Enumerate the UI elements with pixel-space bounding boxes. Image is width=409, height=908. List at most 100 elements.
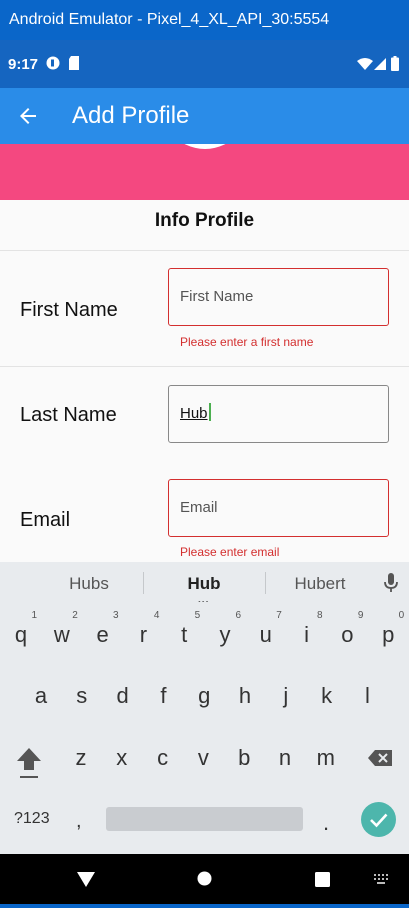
key-letter: o xyxy=(341,622,354,647)
key-letter: d xyxy=(116,683,129,708)
avatar[interactable] xyxy=(155,144,255,149)
keyboard-key[interactable]: k xyxy=(308,665,346,715)
key-letter: f xyxy=(160,683,167,708)
key-letter: a xyxy=(34,683,48,708)
key-number-hint: 1 xyxy=(31,610,37,621)
key-letter: r xyxy=(139,622,148,647)
keyboard-key[interactable]: g xyxy=(185,665,223,715)
key-letter: t xyxy=(181,622,188,647)
last-name-field[interactable]: Hub xyxy=(168,385,389,443)
email-field[interactable]: Email xyxy=(168,479,389,537)
first-name-placeholder: First Name xyxy=(180,288,254,305)
nav-home-icon[interactable] xyxy=(197,871,212,886)
key-letter: v xyxy=(197,745,209,770)
keyboard-key[interactable]: b xyxy=(225,727,263,777)
key-number-hint: 3 xyxy=(113,610,119,621)
page-title: Add Profile xyxy=(72,102,190,129)
key-letter: l xyxy=(364,683,370,708)
key-number-hint: 0 xyxy=(398,610,405,621)
keyboard-key[interactable]: c xyxy=(144,727,182,777)
key-letter: g xyxy=(198,683,211,708)
backspace-icon[interactable] xyxy=(368,750,392,766)
keyboard-key[interactable]: j xyxy=(267,665,305,715)
android-nav-bar xyxy=(0,854,409,908)
keyboard-key[interactable]: r4 xyxy=(124,604,162,654)
key-letter: n xyxy=(278,745,292,770)
keyboard-switch-icon[interactable] xyxy=(374,874,388,884)
status-bar: 9:17 xyxy=(0,40,409,88)
sd-card-icon xyxy=(69,56,79,70)
key-number-hint: 6 xyxy=(235,610,241,621)
key-letter: y xyxy=(219,622,231,647)
enter-key[interactable] xyxy=(361,802,396,837)
key-letter: j xyxy=(283,683,289,708)
key-letter: z xyxy=(75,745,87,770)
divider xyxy=(0,250,409,251)
symbols-key[interactable]: ?123 xyxy=(14,810,50,828)
key-number-hint: 8 xyxy=(317,610,323,621)
divider xyxy=(0,366,409,367)
keyboard-key[interactable]: n xyxy=(266,727,304,777)
keyboard-suggestion-bar: Hubs Hub ••• Hubert xyxy=(0,562,409,607)
wifi-icon xyxy=(357,58,373,70)
nav-recents-icon[interactable] xyxy=(315,872,330,887)
email-label: Email xyxy=(20,509,71,531)
keyboard-key[interactable]: m xyxy=(307,727,345,777)
space-key[interactable] xyxy=(106,807,303,831)
key-letter: h xyxy=(238,683,252,708)
shift-icon[interactable] xyxy=(16,746,42,780)
last-name-label: Last Name xyxy=(20,404,117,426)
keyboard-key[interactable]: x xyxy=(103,727,141,777)
notification-icon xyxy=(46,56,60,70)
comma-key[interactable]: , xyxy=(76,810,82,833)
keyboard-key[interactable]: f xyxy=(144,665,182,715)
section-title: Info Profile xyxy=(154,210,255,231)
suggestion-item[interactable]: Hub xyxy=(144,574,264,594)
text-cursor xyxy=(208,403,211,421)
key-letter: p xyxy=(382,622,395,647)
nav-back-icon[interactable] xyxy=(77,872,95,888)
keyboard-key[interactable]: z xyxy=(62,727,100,777)
key-letter: x xyxy=(116,745,128,770)
keyboard-key[interactable]: h xyxy=(226,665,264,715)
key-letter: s xyxy=(76,683,88,708)
key-number-hint: 4 xyxy=(153,610,160,621)
keyboard-key[interactable]: d xyxy=(104,665,142,715)
keyboard-key[interactable]: v xyxy=(184,727,222,777)
keyboard-key[interactable]: a xyxy=(22,665,60,715)
keyboard-key[interactable]: u7 xyxy=(247,604,285,654)
suggestion-item[interactable]: Hubert xyxy=(260,574,380,594)
keyboard-key[interactable]: i8 xyxy=(288,604,326,654)
keyboard-key[interactable]: y6 xyxy=(206,604,244,654)
first-name-error: Please enter a first name xyxy=(180,335,314,349)
keyboard-key[interactable]: e3 xyxy=(84,604,122,654)
key-letter: k xyxy=(321,683,333,708)
suggestion-item[interactable]: Hubs xyxy=(29,574,149,594)
signal-icon xyxy=(374,58,386,70)
email-error: Please enter email xyxy=(180,545,280,559)
first-name-label: First Name xyxy=(20,299,118,321)
key-letter: b xyxy=(238,745,251,770)
microphone-icon[interactable] xyxy=(384,573,398,593)
status-time: 9:17 xyxy=(8,56,39,73)
keyboard-key[interactable]: s xyxy=(63,665,101,715)
keyboard-key[interactable]: t5 xyxy=(165,604,203,654)
keyboard-key[interactable]: w2 xyxy=(43,604,81,654)
back-arrow-icon[interactable] xyxy=(16,104,40,128)
app-bar: Add Profile xyxy=(0,88,409,144)
key-letter: i xyxy=(304,622,310,647)
keyboard-key[interactable]: o9 xyxy=(328,604,366,654)
period-key[interactable]: . xyxy=(323,810,329,836)
profile-header xyxy=(0,144,409,200)
key-number-hint: 9 xyxy=(357,610,364,621)
key-number-hint: 5 xyxy=(194,610,201,621)
key-number-hint: 7 xyxy=(276,610,282,621)
key-letter: u xyxy=(259,622,272,647)
key-letter: w xyxy=(53,622,70,647)
keyboard-key[interactable]: q1 xyxy=(2,604,40,654)
keyboard-key[interactable]: p0 xyxy=(369,604,407,654)
first-name-field[interactable]: First Name xyxy=(168,268,389,326)
keyboard-key[interactable]: l xyxy=(348,665,386,715)
emulator-window-title: Android Emulator - Pixel_4_XL_API_30:555… xyxy=(0,0,409,40)
key-letter: m xyxy=(316,745,335,770)
